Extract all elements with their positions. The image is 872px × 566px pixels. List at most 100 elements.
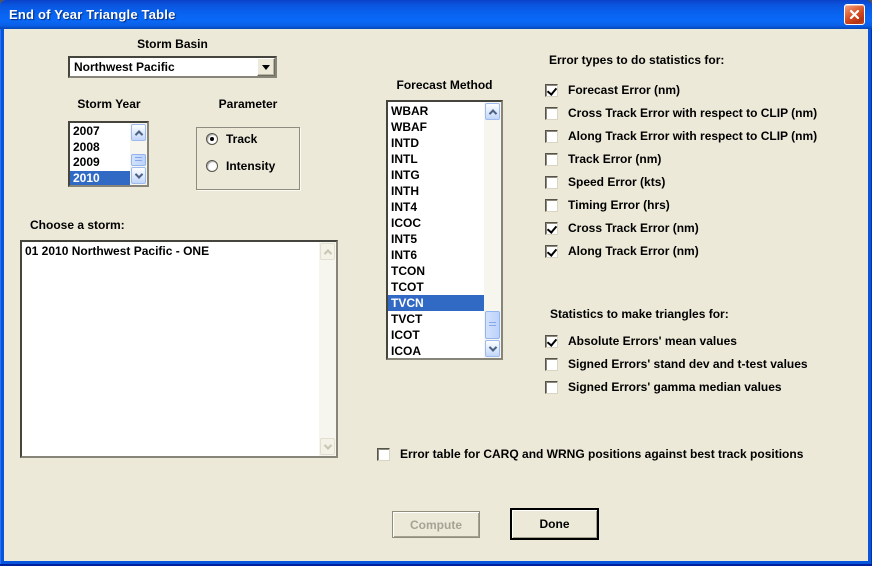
scroll-down-button[interactable] xyxy=(485,340,500,357)
checkbox[interactable] xyxy=(545,335,558,348)
storm-list-scrollbar[interactable] xyxy=(319,242,336,456)
checkbox[interactable] xyxy=(545,222,558,235)
forecast-method-listbox[interactable]: WBARWBAFINTDINTLINTGINTHINT4ICOCINT5INT6… xyxy=(386,100,503,360)
storm-year-label: Storm Year xyxy=(64,97,154,111)
checkbox[interactable] xyxy=(545,381,558,394)
scrollbar-thumb[interactable] xyxy=(485,311,500,339)
storm-year-scrollbar[interactable] xyxy=(130,123,147,185)
scroll-up-button[interactable] xyxy=(131,124,146,141)
checkbox-label: Absolute Errors' mean values xyxy=(568,335,737,348)
list-item[interactable]: INTD xyxy=(388,135,484,151)
chevron-up-icon xyxy=(134,130,142,138)
checkbox-row[interactable]: Along Track Error (nm) xyxy=(545,245,817,258)
scroll-down-button[interactable] xyxy=(320,438,335,455)
list-item[interactable]: WBAR xyxy=(388,103,484,119)
scrollbar-track[interactable] xyxy=(319,261,336,437)
radio-button-intensity[interactable] xyxy=(206,160,218,172)
scroll-up-button[interactable] xyxy=(485,103,500,120)
checkbox-row[interactable]: Error table for CARQ and WRNG positions … xyxy=(377,448,803,461)
checkbox-label: Speed Error (kts) xyxy=(568,176,665,189)
scrollbar-track[interactable] xyxy=(484,121,501,339)
list-item[interactable]: 2007 xyxy=(70,124,130,140)
triangle-stats-checkbox-group: Absolute Errors' mean values Signed Error… xyxy=(545,335,808,404)
checkbox-row[interactable]: Absolute Errors' mean values xyxy=(545,335,808,348)
parameter-label: Parameter xyxy=(196,97,300,111)
scrollbar-track[interactable] xyxy=(130,142,147,166)
list-item[interactable]: TCOT xyxy=(388,279,484,295)
checkbox-label: Signed Errors' stand dev and t-test valu… xyxy=(568,358,808,371)
carq-checkbox-label: Error table for CARQ and WRNG positions … xyxy=(400,448,803,461)
choose-storm-label: Choose a storm: xyxy=(30,218,125,232)
done-button[interactable]: Done xyxy=(510,508,599,540)
checkbox[interactable] xyxy=(545,199,558,212)
storm-basin-value: Northwest Pacific xyxy=(74,60,175,74)
list-item[interactable]: ICOC xyxy=(388,215,484,231)
dialog-window: End of Year Triangle Table Storm Basin N… xyxy=(0,0,872,566)
list-item[interactable]: TVCT xyxy=(388,311,484,327)
checkbox-row[interactable]: Forecast Error (nm) xyxy=(545,84,817,97)
checkbox[interactable] xyxy=(545,358,558,371)
list-item[interactable]: INTH xyxy=(388,183,484,199)
checkbox-label: Forecast Error (nm) xyxy=(568,84,680,97)
scroll-up-button[interactable] xyxy=(320,243,335,260)
list-item[interactable]: 2008 xyxy=(70,140,130,156)
checkbox-row[interactable]: Signed Errors' stand dev and t-test valu… xyxy=(545,358,808,371)
storm-basin-label: Storm Basin xyxy=(68,37,277,51)
checkbox-label: Cross Track Error with respect to CLIP (… xyxy=(568,107,817,120)
checkbox-label: Cross Track Error (nm) xyxy=(568,222,699,235)
list-item[interactable]: ICOT xyxy=(388,327,484,343)
list-item[interactable]: WBAF xyxy=(388,119,484,135)
list-item[interactable]: INT4 xyxy=(388,199,484,215)
checkbox-row[interactable]: Cross Track Error (nm) xyxy=(545,222,817,235)
checkbox[interactable] xyxy=(545,153,558,166)
checkbox-label: Along Track Error (nm) xyxy=(568,245,699,258)
storm-basin-combobox[interactable]: Northwest Pacific xyxy=(68,56,277,78)
list-item[interactable]: 2010 xyxy=(70,171,130,186)
radio-track-label: Track xyxy=(226,132,257,146)
checkbox-row[interactable]: Along Track Error with respect to CLIP (… xyxy=(545,130,817,143)
chevron-down-icon xyxy=(323,441,331,449)
error-types-header: Error types to do statistics for: xyxy=(549,53,724,67)
checkbox[interactable] xyxy=(545,245,558,258)
checkbox[interactable] xyxy=(545,107,558,120)
chevron-up-icon xyxy=(488,109,496,117)
list-item[interactable]: INT6 xyxy=(388,247,484,263)
radio-intensity[interactable]: Intensity xyxy=(206,159,275,173)
compute-button[interactable]: Compute xyxy=(392,511,480,538)
carq-checkbox[interactable] xyxy=(377,448,390,461)
chevron-down-icon xyxy=(488,343,496,351)
list-item[interactable]: TCON xyxy=(388,263,484,279)
storm-listbox[interactable]: 01 2010 Northwest Pacific - ONE xyxy=(20,240,338,458)
list-item[interactable]: 01 2010 Northwest Pacific - ONE xyxy=(22,243,319,259)
title-bar[interactable]: End of Year Triangle Table xyxy=(0,0,872,29)
checkbox-row[interactable]: Signed Errors' gamma median values xyxy=(545,381,808,394)
list-item[interactable]: INTG xyxy=(388,167,484,183)
scrollbar-thumb[interactable] xyxy=(131,154,146,166)
scroll-down-button[interactable] xyxy=(131,167,146,184)
chevron-up-icon xyxy=(323,249,331,257)
checkbox-row[interactable]: Cross Track Error with respect to CLIP (… xyxy=(545,107,817,120)
list-item[interactable]: TVCN xyxy=(388,295,484,311)
close-button[interactable] xyxy=(844,4,865,25)
checkbox[interactable] xyxy=(545,176,558,189)
storm-year-listbox[interactable]: 2007200820092010 xyxy=(68,121,149,187)
checkbox[interactable] xyxy=(545,84,558,97)
list-item[interactable]: 2009 xyxy=(70,155,130,171)
forecast-method-scrollbar[interactable] xyxy=(484,102,501,358)
radio-button-track[interactable] xyxy=(206,133,218,145)
list-item[interactable]: ICOA xyxy=(388,343,484,358)
window-title: End of Year Triangle Table xyxy=(0,7,176,22)
checkbox[interactable] xyxy=(545,130,558,143)
checkbox-label: Timing Error (hrs) xyxy=(568,199,670,212)
triangle-stats-header: Statistics to make triangles for: xyxy=(550,307,729,321)
list-item[interactable]: INT5 xyxy=(388,231,484,247)
storm-basin-dropdown-button[interactable] xyxy=(257,58,275,76)
chevron-down-icon xyxy=(262,65,270,70)
checkbox-label: Track Error (nm) xyxy=(568,153,661,166)
checkbox-row[interactable]: Track Error (nm) xyxy=(545,153,817,166)
radio-track[interactable]: Track xyxy=(206,132,257,146)
carq-option: Error table for CARQ and WRNG positions … xyxy=(377,448,803,471)
checkbox-row[interactable]: Timing Error (hrs) xyxy=(545,199,817,212)
checkbox-row[interactable]: Speed Error (kts) xyxy=(545,176,817,189)
list-item[interactable]: INTL xyxy=(388,151,484,167)
